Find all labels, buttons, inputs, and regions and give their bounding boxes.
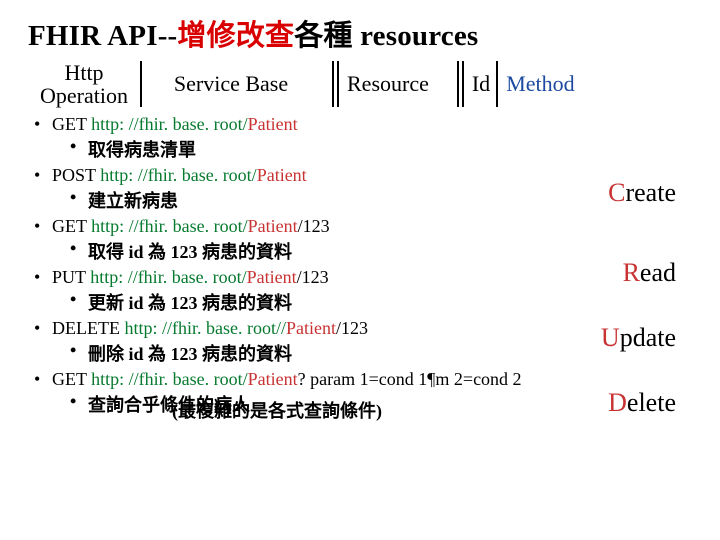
request-line: GET http: //fhir. base. root/Patient/123 [52, 216, 330, 236]
operation-list: GET http: //fhir. base. root/Patient取得病患… [34, 114, 698, 417]
http-verb: PUT [52, 267, 90, 287]
url-structure-header: Http Operation Service Base Resource Id … [28, 62, 698, 106]
http-verb: GET [52, 369, 91, 389]
header-id: Id [472, 71, 490, 97]
title-suffix: 各種 resources [294, 20, 478, 52]
request-line: GET http: //fhir. base. root/Patient [52, 114, 298, 134]
title-prefix: FHIR API-- [28, 20, 177, 52]
list-item: POST http: //fhir. base. root/Patient建立新… [34, 165, 698, 213]
header-http-operation: Http Operation [28, 61, 140, 107]
url-base: http: //fhir. base. root/ [91, 216, 247, 236]
list-item: GET http: //fhir. base. root/Patient取得病患… [34, 114, 698, 162]
description: 取得 id 為 123 病患的資料 [70, 238, 698, 264]
double-divider [332, 61, 339, 107]
crud-delete: Delete [608, 388, 676, 418]
list-item: DELETE http: //fhir. base. root//Patient… [34, 318, 698, 366]
description: 查詢合乎條件的病人 [70, 391, 698, 417]
url-resource: Patient [247, 267, 297, 287]
list-item: PUT http: //fhir. base. root/Patient/123… [34, 267, 698, 315]
url-base: http: //fhir. base. root/ [91, 114, 247, 134]
request-line: DELETE http: //fhir. base. root//Patient… [52, 318, 368, 338]
double-divider [457, 61, 464, 107]
header-method: Method [506, 71, 574, 97]
http-verb: DELETE [52, 318, 124, 338]
url-resource: Patient [248, 216, 298, 236]
request-line: POST http: //fhir. base. root/Patient [52, 165, 307, 185]
crud-update: Update [601, 323, 676, 353]
header-service-base: Service Base [152, 71, 310, 97]
http-verb: GET [52, 114, 91, 134]
header-resource: Resource [347, 71, 429, 97]
url-base: http: //fhir. base. root/ [100, 165, 256, 185]
url-rest: /123 [297, 267, 329, 287]
description: 取得病患清單 [70, 136, 698, 162]
http-verb: GET [52, 216, 91, 236]
url-base: http: //fhir. base. root// [124, 318, 285, 338]
request-line: PUT http: //fhir. base. root/Patient/123 [52, 267, 329, 287]
url-resource: Patient [248, 114, 298, 134]
http-verb: POST [52, 165, 100, 185]
list-item: GET http: //fhir. base. root/Patient? pa… [34, 369, 698, 417]
url-resource: Patient [286, 318, 336, 338]
description: 建立新病患 [70, 187, 698, 213]
list-item: GET http: //fhir. base. root/Patient/123… [34, 216, 698, 264]
url-resource: Patient [248, 369, 298, 389]
crud-create: Create [608, 178, 676, 208]
crud-read: Read [623, 258, 676, 288]
request-line: GET http: //fhir. base. root/Patient? pa… [52, 369, 522, 389]
url-rest: /123 [336, 318, 368, 338]
url-rest: ? param 1=cond 1¶m 2=cond 2 [298, 369, 522, 389]
url-resource: Patient [257, 165, 307, 185]
url-base: http: //fhir. base. root/ [90, 267, 246, 287]
description: 更新 id 為 123 病患的資料 [70, 289, 698, 315]
url-base: http: //fhir. base. root/ [91, 369, 247, 389]
slide-title: FHIR API--增修改查各種 resources [28, 12, 698, 54]
divider [140, 61, 142, 107]
divider [496, 61, 498, 107]
url-rest: /123 [298, 216, 330, 236]
title-red: 增修改查 [177, 20, 294, 52]
